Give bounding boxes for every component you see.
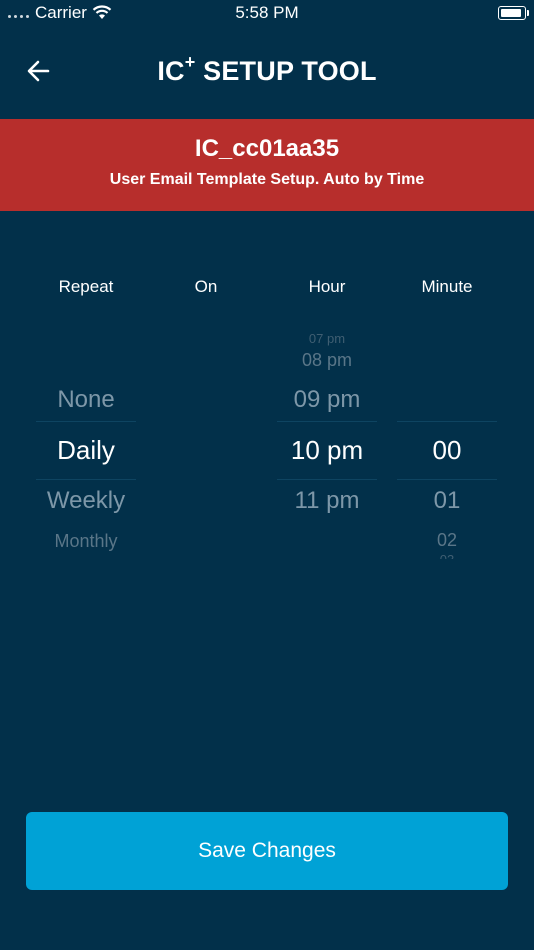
picker-option[interactable]: 02: [387, 531, 507, 549]
picker-option[interactable]: Monthly: [26, 532, 146, 550]
page-title: IC+ SETUP TOOL: [157, 52, 377, 86]
header-repeat: Repeat: [58, 277, 114, 296]
hour-picker[interactable]: 07 pm 08 pm 09 pm 10 pm 11 pm: [267, 330, 387, 565]
status-bar: Carrier 5:58 PM: [0, 0, 534, 26]
picker-option[interactable]: None: [26, 388, 146, 412]
device-name: IC_cc01aa35: [194, 135, 340, 162]
picker-option[interactable]: 11 pm: [267, 489, 387, 513]
save-changes-button[interactable]: Save Changes: [26, 812, 508, 890]
device-banner: IC_cc01aa35 User Email Template Setup. A…: [0, 119, 534, 211]
clock: 5:58 PM: [235, 3, 299, 22]
banner-subtitle: User Email Template Setup. Auto by Time: [109, 171, 425, 188]
picker-selected-option[interactable]: 00: [387, 437, 507, 463]
picker-option[interactable]: 09 pm: [267, 388, 387, 412]
picker-selected-option[interactable]: 10 pm: [267, 437, 387, 463]
on-picker[interactable]: [146, 330, 266, 565]
picker-option[interactable]: 01: [387, 489, 507, 513]
header-hour: Hour: [308, 277, 346, 296]
picker-headers: Repeat On Hour Minute: [0, 277, 534, 297]
repeat-picker[interactable]: None Daily Weekly Monthly: [26, 330, 146, 565]
picker-option[interactable]: 07 pm: [267, 332, 387, 345]
picker-selected-option[interactable]: Daily: [26, 437, 146, 463]
picker-option[interactable]: 03: [387, 553, 507, 559]
header-minute: Minute: [421, 277, 473, 296]
battery-icon: [498, 6, 529, 20]
picker-option[interactable]: 08 pm: [267, 351, 387, 369]
minute-picker[interactable]: 00 01 02 03: [387, 330, 507, 565]
picker-option[interactable]: Weekly: [26, 489, 146, 513]
header-on: On: [194, 277, 218, 296]
